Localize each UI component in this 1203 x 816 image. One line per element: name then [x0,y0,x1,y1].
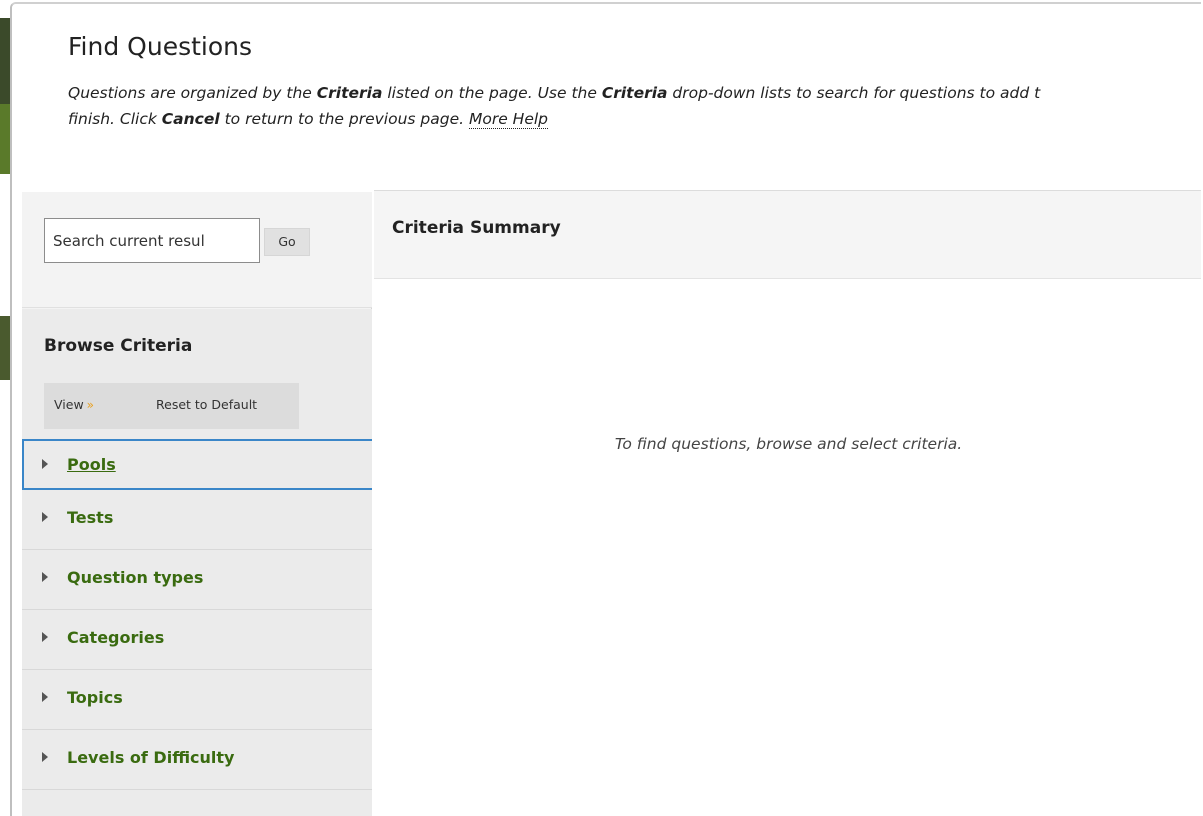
empty-state-message: To find questions, browse and select cri… [614,435,963,453]
more-help-link[interactable]: More Help [468,110,548,129]
criteria-item-pools[interactable]: Pools [22,439,372,490]
search-area: Go [22,192,372,308]
instructions-emphasis: Criteria [316,84,383,102]
view-menu-label: View [54,397,84,412]
criteria-list: Pools Tests Question types Categories To… [22,439,372,790]
reset-to-default-button[interactable]: Reset to Default [156,397,257,412]
criteria-item-topics[interactable]: Topics [22,670,372,730]
go-button[interactable]: Go [264,228,310,256]
criteria-item-label: Question types [67,568,204,587]
criteria-item-question-types[interactable]: Question types [22,550,372,610]
expand-arrow-icon [42,752,48,762]
expand-arrow-icon [42,572,48,582]
criteria-sidebar: Go Browse Criteria View» Reset to Defaul… [22,192,372,816]
instructions-segment: Questions are organized by the [68,84,317,102]
criteria-summary-title: Criteria Summary [392,218,561,238]
page-frame: Find Questions Questions are organized b… [0,0,1203,816]
criteria-item-categories[interactable]: Categories [22,610,372,670]
browse-criteria-panel: Browse Criteria View» Reset to Default P… [22,309,372,816]
dialog-header: Find Questions Questions are organized b… [12,4,1201,190]
criteria-item-label: Pools [67,455,116,474]
criteria-item-label: Levels of Difficulty [67,748,235,767]
expand-arrow-icon [42,512,48,522]
double-chevron-down-icon: » [86,398,95,412]
expand-arrow-icon [42,459,48,469]
instructions-text: Questions are organized by the Criteria … [68,80,1201,132]
criteria-item-label: Categories [67,628,165,647]
instructions-segment: finish. Click [68,110,162,128]
browse-criteria-title: Browse Criteria [44,336,193,356]
criteria-item-tests[interactable]: Tests [22,490,372,550]
find-questions-dialog: Find Questions Questions are organized b… [10,2,1201,816]
expand-arrow-icon [42,632,48,642]
search-input[interactable] [44,218,260,263]
page-title: Find Questions [68,32,253,61]
criteria-summary-header: Criteria Summary [374,191,1201,279]
criteria-item-label: Tests [67,508,114,527]
browse-toolbar: View» Reset to Default [44,383,299,429]
instructions-emphasis: Cancel [161,110,220,128]
view-menu-button[interactable]: View» [54,397,94,412]
criteria-summary-panel: Criteria Summary To find questions, brow… [374,191,1201,816]
instructions-segment: to return to the previous page. [219,110,469,128]
criteria-item-label: Topics [67,688,123,707]
expand-arrow-icon [42,692,48,702]
instructions-emphasis: Criteria [601,84,668,102]
criteria-item-levels-of-difficulty[interactable]: Levels of Difficulty [22,730,372,790]
instructions-segment: drop-down lists to search for questions … [667,84,1041,102]
instructions-segment: listed on the page. Use the [382,84,602,102]
